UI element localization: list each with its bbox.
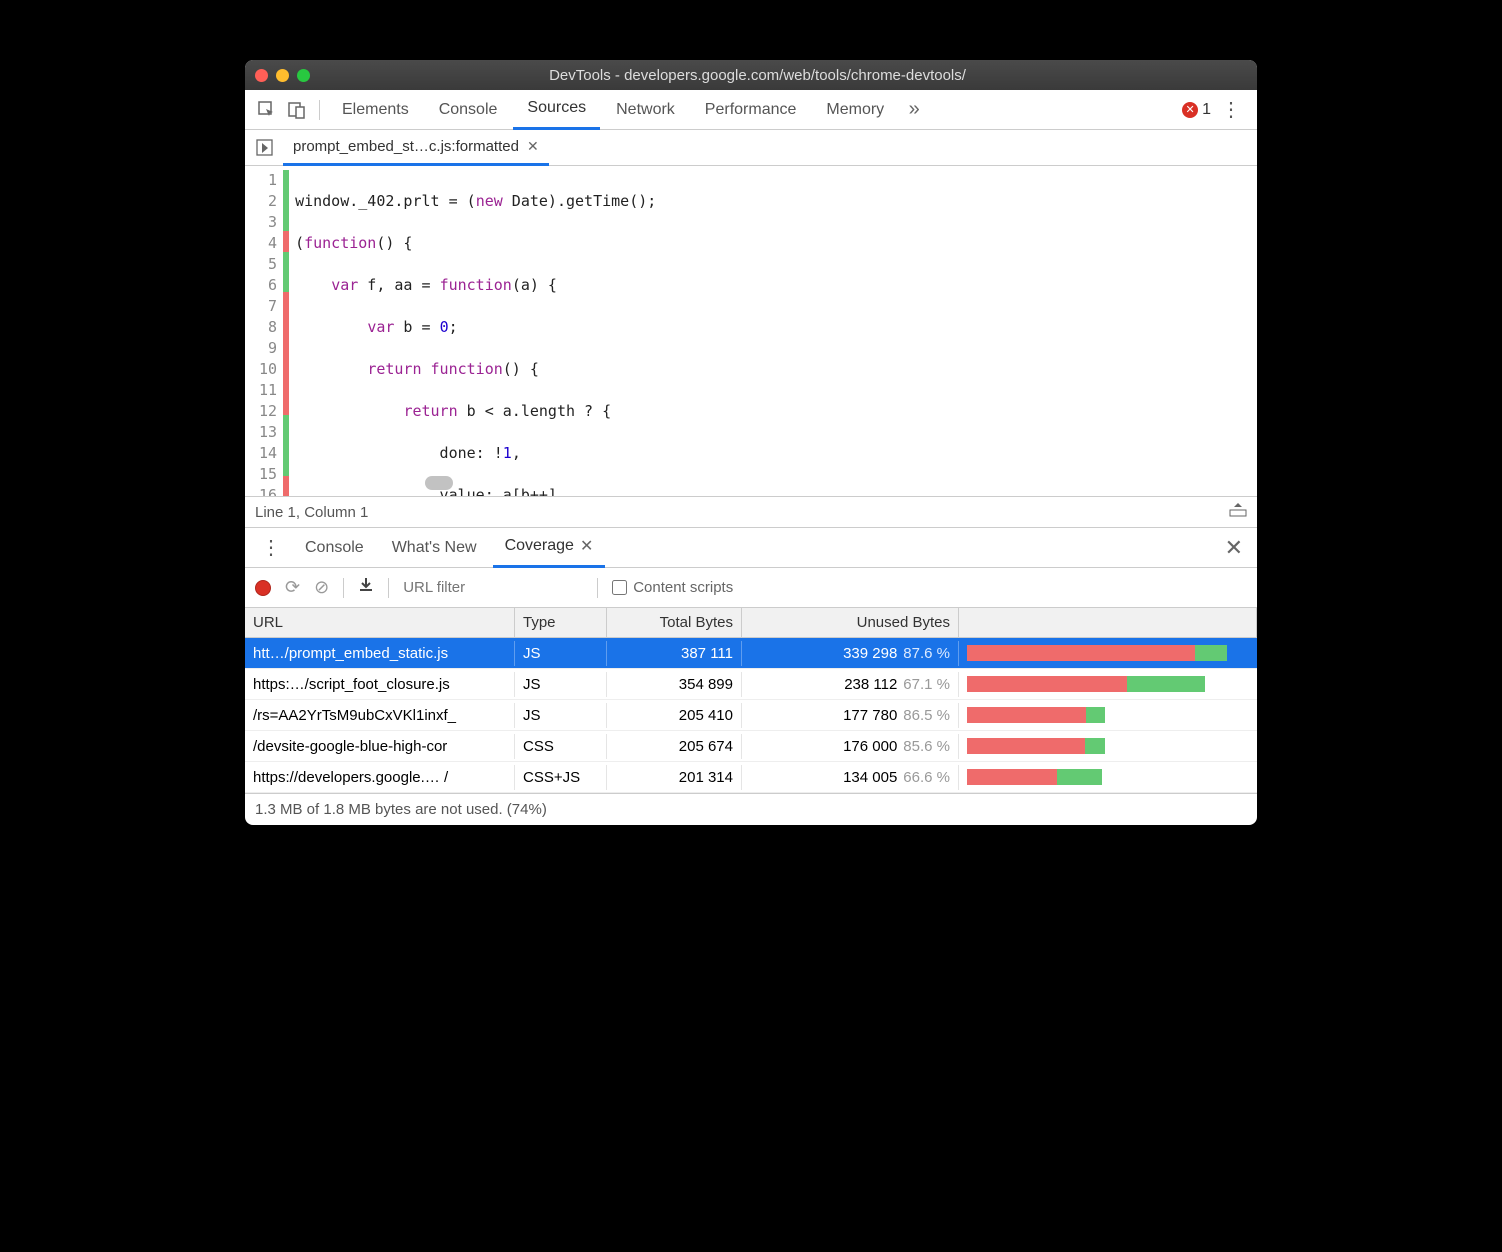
cell-bar [959,703,1257,727]
coverage-table-header[interactable]: URL Type Total Bytes Unused Bytes [245,608,1257,638]
titlebar: DevTools - developers.google.com/web/too… [245,60,1257,90]
col-bar [959,608,1257,637]
separator [388,578,389,598]
cell-url: https://developers.google.… / [245,765,515,790]
toolbar-separator [319,100,320,120]
cell-total: 205 674 [607,734,742,759]
col-total[interactable]: Total Bytes [607,608,742,637]
cell-bar [959,672,1257,696]
file-tabbar: prompt_embed_st…c.js:formatted ✕ [245,130,1257,166]
clear-icon[interactable]: ⊘ [314,577,329,598]
export-icon[interactable] [358,577,374,598]
cell-url: /devsite-google-blue-high-cor [245,734,515,759]
gutter: 12345678910111213141516 [245,166,289,496]
col-url[interactable]: URL [245,608,515,637]
cell-total: 387 111 [607,641,742,666]
cell-bar [959,641,1257,665]
maximize-window-icon[interactable] [297,69,310,82]
coverage-row[interactable]: /rs=AA2YrTsM9ubCxVKl1inxf_JS205 410177 7… [245,700,1257,731]
cursor-position: Line 1, Column 1 [255,504,368,521]
file-tab-active[interactable]: prompt_embed_st…c.js:formatted ✕ [283,130,549,166]
cell-total: 354 899 [607,672,742,697]
close-window-icon[interactable] [255,69,268,82]
coverage-summary: 1.3 MB of 1.8 MB bytes are not used. (74… [245,793,1257,825]
horizontal-scrollbar[interactable] [425,476,453,490]
content-scripts-label: Content scripts [633,579,733,596]
close-tab-icon[interactable]: ✕ [580,536,593,556]
traffic-lights [255,69,310,82]
more-tabs-icon[interactable]: » [900,96,928,124]
statusbar: Line 1, Column 1 [245,496,1257,528]
cell-total: 201 314 [607,765,742,790]
window-title: DevTools - developers.google.com/web/too… [318,67,1247,84]
cell-url: /rs=AA2YrTsM9ubCxVKl1inxf_ [245,703,515,728]
cell-unused: 134 00566.6 % [742,765,959,790]
tab-console[interactable]: Console [425,90,512,130]
url-filter-input[interactable] [403,579,583,596]
close-drawer-icon[interactable]: ✕ [1219,535,1249,561]
coverage-row[interactable]: https://developers.google.… /CSS+JS201 3… [245,762,1257,793]
cell-unused: 238 11267.1 % [742,672,959,697]
record-button[interactable] [255,580,271,596]
cell-url: https:…/script_foot_closure.js [245,672,515,697]
drawer-tab-console[interactable]: Console [293,528,376,568]
separator [597,578,598,598]
error-icon: ✕ [1182,102,1198,118]
content-scripts-checkbox[interactable]: Content scripts [612,579,733,596]
col-type[interactable]: Type [515,608,607,637]
coverage-toolbar: ⟳ ⊘ Content scripts [245,568,1257,608]
coverage-table: URL Type Total Bytes Unused Bytes htt…/p… [245,608,1257,793]
drawer-tab-label: Coverage [505,537,574,555]
cell-bar [959,734,1257,758]
cell-unused: 177 78086.5 % [742,703,959,728]
show-navigator-icon[interactable] [251,139,279,157]
content-scripts-input[interactable] [612,580,627,595]
close-tab-icon[interactable]: ✕ [527,138,539,155]
cell-type: CSS [515,734,607,759]
main-toolbar: Elements Console Sources Network Perform… [245,90,1257,130]
cell-type: CSS+JS [515,765,607,790]
col-unused[interactable]: Unused Bytes [742,608,959,637]
toggle-drawer-icon[interactable] [1229,503,1247,521]
code-editor[interactable]: 12345678910111213141516 window._402.prlt… [245,166,1257,496]
cell-unused: 176 00085.6 % [742,734,959,759]
cell-type: JS [515,641,607,666]
inspect-icon[interactable] [253,96,281,124]
cell-total: 205 410 [607,703,742,728]
coverage-row[interactable]: htt…/prompt_embed_static.jsJS387 111339 … [245,638,1257,669]
tab-elements[interactable]: Elements [328,90,423,130]
tab-sources[interactable]: Sources [513,90,600,130]
drawer-tab-whatsnew[interactable]: What's New [380,528,489,568]
devtools-window: DevTools - developers.google.com/web/too… [245,60,1257,825]
drawer-tabs: ⋮ Console What's New Coverage ✕ ✕ [245,528,1257,568]
cell-unused: 339 29887.6 % [742,641,959,666]
cell-type: JS [515,703,607,728]
drawer-tab-coverage[interactable]: Coverage ✕ [493,528,606,568]
coverage-row[interactable]: /devsite-google-blue-high-corCSS205 6741… [245,731,1257,762]
device-toggle-icon[interactable] [283,96,311,124]
cell-type: JS [515,672,607,697]
settings-menu-icon[interactable]: ⋮ [1213,97,1249,122]
error-badge[interactable]: ✕ 1 [1182,101,1211,119]
minimize-window-icon[interactable] [276,69,289,82]
reload-icon[interactable]: ⟳ [285,577,300,598]
tab-memory[interactable]: Memory [812,90,898,130]
cell-url: htt…/prompt_embed_static.js [245,641,515,666]
tab-performance[interactable]: Performance [691,90,811,130]
error-count: 1 [1202,101,1211,119]
cell-bar [959,765,1257,789]
line-numbers: 12345678910111213141516 [245,166,283,496]
separator [343,578,344,598]
drawer-menu-icon[interactable]: ⋮ [253,535,289,560]
code-text: window._402.prlt = (new Date).getTime();… [289,166,1257,496]
file-tab-label: prompt_embed_st…c.js:formatted [293,138,519,155]
coverage-row[interactable]: https:…/script_foot_closure.jsJS354 8992… [245,669,1257,700]
tab-network[interactable]: Network [602,90,689,130]
